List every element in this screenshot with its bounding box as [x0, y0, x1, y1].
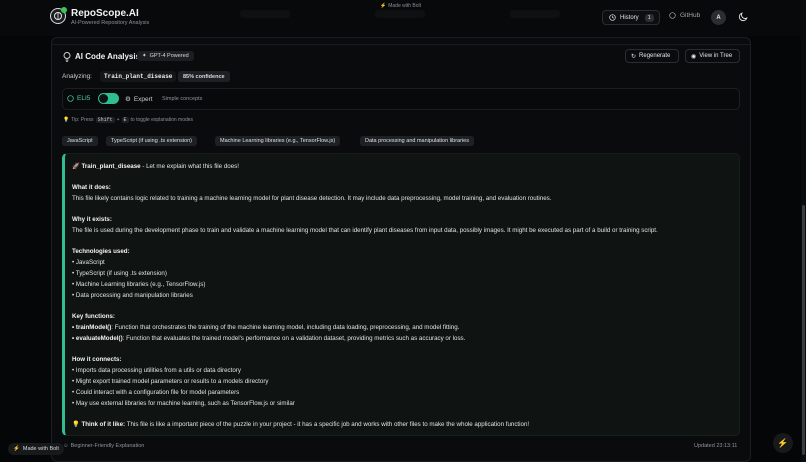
expert-mode-label[interactable]: ⚙ Expert — [125, 95, 153, 104]
bolt-icon: ⚡ — [13, 446, 20, 452]
github-link[interactable]: GitHub — [669, 12, 700, 19]
brain-icon: ⚙ — [125, 96, 131, 103]
history-icon — [609, 14, 616, 21]
model-badge: ✦ GPT-4 Powered — [137, 51, 194, 61]
app-logo[interactable] — [50, 7, 67, 24]
nav-placeholder — [510, 10, 560, 18]
list-item: • May use external libraries for machine… — [72, 400, 295, 407]
scrollbar-thumb[interactable] — [802, 205, 805, 455]
section-heading: Why it exists: — [72, 216, 112, 223]
section-heading: How it connects: — [72, 356, 122, 363]
rocket-icon: 🚀 — [72, 163, 80, 170]
history-button[interactable]: History 1 — [602, 10, 660, 25]
section-heading: Technologies used: — [72, 248, 130, 255]
theme-toggle-button[interactable] — [738, 12, 748, 22]
bolt-fab-button[interactable]: ⚡ — [773, 433, 793, 453]
github-label: GitHub — [680, 12, 701, 19]
sparkle-icon: ✦ — [142, 53, 147, 59]
bolt-icon: ⚡ — [380, 3, 387, 9]
eli5-mode-label[interactable]: ELI5 — [67, 95, 90, 102]
function-item: • evaluateModel(): Function that evaluat… — [72, 335, 466, 342]
list-item: • Machine Learning libraries (e.g., Tens… — [72, 281, 206, 288]
regenerate-button[interactable]: ↻ Regenerate — [625, 49, 679, 63]
user-avatar[interactable]: A — [711, 10, 726, 25]
nav-placeholder — [240, 10, 290, 18]
panel-title: AI Code Analysis — [75, 52, 141, 61]
panel-divider — [52, 44, 750, 45]
tech-tag: Machine Learning libraries (e.g., Tensor… — [215, 136, 341, 146]
history-count-badge: 1 — [644, 13, 654, 22]
refresh-icon: ↻ — [631, 53, 637, 60]
list-item: • Might export trained model parameters … — [72, 378, 269, 385]
list-item: • Imports data processing utilities from… — [72, 367, 241, 374]
explanation-intro: 🚀 Train_plant_disease - Let me explain w… — [72, 163, 239, 170]
analogy-text: 💡 Think of it like: This file is like a … — [72, 421, 530, 428]
list-item: • Data processing and manipulation libra… — [72, 292, 193, 299]
tech-tag: JavaScript — [62, 136, 98, 146]
file-name-chip: Train_plant_disease — [100, 71, 177, 82]
explanation-type: ☺ Beginner-Friendly Explanation — [63, 443, 145, 449]
list-item: • TypeScript (if using .ts extension) — [72, 270, 167, 277]
section-heading: What it does: — [72, 184, 111, 191]
tech-tag: TypeScript (if using .ts extension) — [106, 136, 198, 146]
mode-toggle-switch[interactable] — [98, 93, 119, 104]
nav-placeholder — [375, 10, 425, 18]
status-dot — [61, 7, 67, 13]
tech-tag: Data processing and manipulation librari… — [360, 136, 474, 146]
kbd-e: E — [121, 117, 129, 123]
brand-title: RepoScope.AI — [71, 8, 139, 19]
moon-icon — [738, 12, 748, 22]
function-item: • trainModel(): Function that orchestrat… — [72, 324, 460, 331]
made-with-bolt-badge[interactable]: ⚡ Made with Bolt — [8, 443, 64, 455]
history-label: History — [620, 14, 639, 21]
kbd-shift: Shift — [95, 117, 115, 123]
made-with-bolt-top[interactable]: ⚡ Made with Bolt — [380, 3, 421, 9]
section-text: This file likely contains logic related … — [72, 195, 552, 202]
lightbulb-icon: 💡 — [63, 117, 70, 123]
list-item: • Could interact with a configuration fi… — [72, 389, 240, 396]
github-icon — [669, 12, 676, 19]
toggle-knob — [99, 94, 108, 103]
section-heading: Key functions: — [72, 313, 115, 320]
view-in-tree-button[interactable]: ◉ View in Tree — [685, 49, 740, 63]
lightning-icon: ⚡ — [777, 437, 789, 448]
lightbulb-icon — [63, 52, 71, 62]
lightbulb-icon: 💡 — [72, 421, 80, 428]
smile-icon — [67, 95, 74, 102]
eye-icon: ◉ — [691, 53, 697, 60]
analyzing-label: Analyzing: — [62, 73, 92, 80]
list-item: • JavaScript — [72, 259, 105, 266]
updated-timestamp: Updated 23:13:11 — [694, 443, 738, 449]
confidence-badge: 85% confidence — [178, 71, 230, 82]
section-text: The file is used during the development … — [72, 227, 658, 234]
mode-description: Simple concepts — [162, 96, 203, 102]
brand-subtitle: AI-Powered Repository Analysis — [71, 20, 150, 26]
keyboard-tip: 💡 Tip: Press Shift + E to toggle explana… — [63, 117, 194, 123]
